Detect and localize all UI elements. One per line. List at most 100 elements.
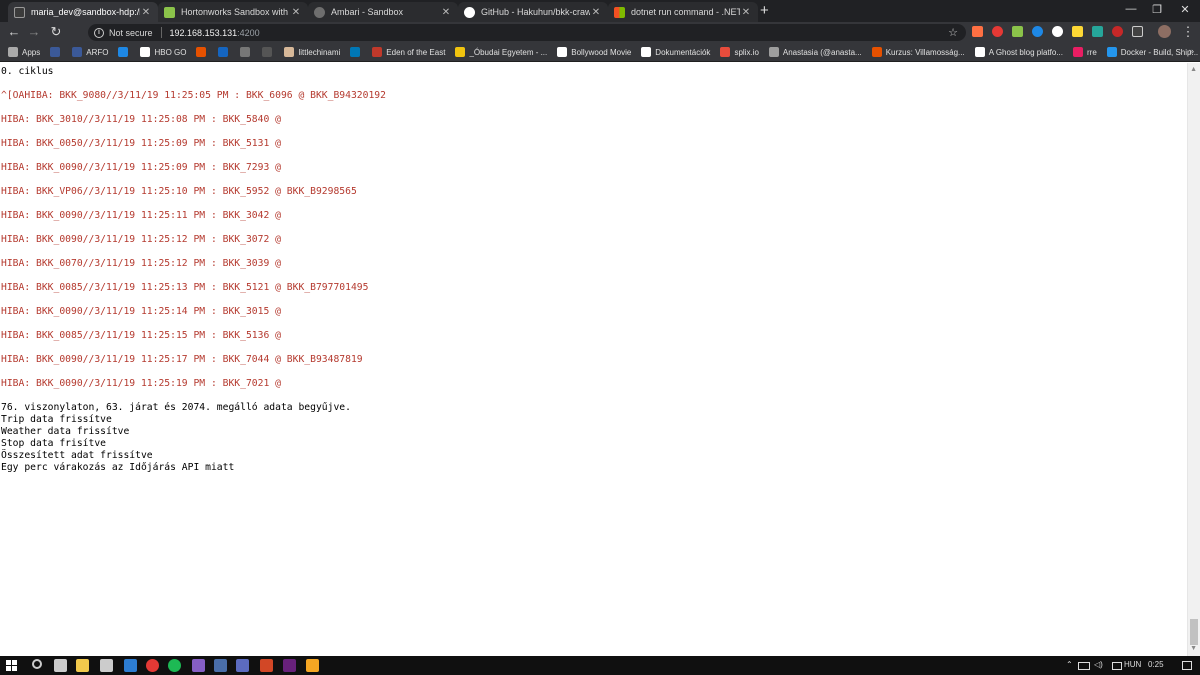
bookmark-item[interactable]: Apps: [8, 47, 40, 57]
bookmark-label: HBO GO: [154, 47, 187, 57]
spotify-taskbar-icon[interactable]: [168, 659, 181, 672]
error-line: HIBA: BKK_0090//3/11/19 11:25:19 PM : BK…: [1, 378, 281, 389]
scrollbar-thumb[interactable]: [1190, 619, 1198, 645]
tab-strip: maria_dev@sandbox-hdp:/bkk-c ✕ Hortonwor…: [0, 0, 1200, 22]
bookmark-item[interactable]: A Ghost blog platfo...: [974, 47, 1063, 57]
notifications-icon[interactable]: [1182, 661, 1192, 670]
ublock-icon[interactable]: [1112, 26, 1123, 37]
bookmark-favicon-icon: [720, 47, 731, 57]
bookmark-favicon-icon: [768, 47, 779, 57]
scroll-down-arrow-icon[interactable]: ▼: [1190, 645, 1197, 652]
bookmark-label: Anastasia (@anasta...: [782, 47, 862, 57]
bookmark-item[interactable]: Docker - Build, Ship...: [1106, 47, 1199, 57]
tray-overflow-icon[interactable]: ⌃: [1066, 660, 1073, 669]
tab-hortonworks[interactable]: Hortonworks Sandbox with HDP ✕: [158, 2, 308, 22]
tab-title: dotnet run command - .NET Cor: [631, 7, 740, 17]
extension-icon[interactable]: [1012, 26, 1023, 37]
bookmark-item[interactable]: [350, 47, 364, 57]
tab-terminal[interactable]: maria_dev@sandbox-hdp:/bkk-c ✕: [8, 2, 158, 22]
bookmark-item[interactable]: Dokumentációk: [641, 47, 710, 57]
close-tab-icon[interactable]: ✕: [140, 7, 152, 18]
bookmark-item[interactable]: [50, 47, 64, 57]
bookmark-item[interactable]: [118, 47, 132, 57]
extension-icon[interactable]: [1032, 26, 1043, 37]
tab-dotnet[interactable]: dotnet run command - .NET Cor ✕: [608, 2, 758, 22]
network-icon[interactable]: [1078, 662, 1090, 670]
close-tab-icon[interactable]: ✕: [440, 7, 452, 18]
hortonworks-favicon-icon: [164, 6, 175, 18]
bookmark-favicon-icon: [557, 47, 568, 57]
bookmark-favicon-icon: [218, 47, 229, 57]
error-line: HIBA: BKK_3010//3/11/19 11:25:08 PM : BK…: [1, 114, 281, 125]
app-taskbar-icon[interactable]: [306, 659, 319, 672]
bookmarks-bar: Apps ARFO HBO GO littlechinami Eden of the E…: [0, 43, 1200, 62]
tab-github[interactable]: GitHub - Hakuhun/bkk-crawler-l ✕: [458, 2, 608, 22]
bookmark-item[interactable]: rre: [1073, 47, 1097, 57]
chrome-taskbar-icon[interactable]: [146, 659, 159, 672]
info-icon[interactable]: i: [94, 27, 104, 38]
bookmark-item[interactable]: [262, 47, 276, 57]
clock[interactable]: 0:25: [1148, 660, 1164, 669]
tab-ambari[interactable]: Ambari - Sandbox ✕: [308, 2, 458, 22]
bookmark-item[interactable]: [196, 47, 210, 57]
keyboard-icon[interactable]: [1112, 662, 1122, 670]
bookmarks-overflow-button[interactable]: »: [1189, 46, 1194, 56]
address-bar[interactable]: i Not secure 192.168.153.131:4200 ☆: [88, 24, 966, 41]
bookmark-item[interactable]: [218, 47, 232, 57]
extension-icon[interactable]: [1132, 26, 1143, 37]
bookmark-item[interactable]: [240, 47, 254, 57]
close-tab-icon[interactable]: ✕: [740, 7, 752, 18]
tab-title: maria_dev@sandbox-hdp:/bkk-c: [31, 7, 140, 17]
bookmark-label: ARFO: [86, 47, 109, 57]
error-line: HIBA: BKK_0090//3/11/19 11:25:14 PM : BK…: [1, 306, 281, 317]
bookmark-favicon-icon: [240, 47, 251, 57]
bookmark-item[interactable]: splix.io: [720, 47, 759, 57]
extension-icon[interactable]: [972, 26, 983, 37]
status-line: Weather data frissítve: [1, 426, 130, 437]
menu-button[interactable]: ⋮: [1180, 24, 1196, 40]
search-taskbar-icon[interactable]: [32, 659, 42, 669]
task-view-taskbar-icon[interactable]: [54, 659, 67, 672]
scrollbar[interactable]: [1187, 63, 1200, 656]
status-line: 76. viszonylaton, 63. járat és 2074. meg…: [1, 402, 351, 413]
volume-icon[interactable]: ◁): [1094, 660, 1103, 669]
bookmark-item[interactable]: Eden of the East: [372, 47, 445, 57]
bookmark-item[interactable]: Anastasia (@anasta...: [768, 47, 862, 57]
tab-title: Hortonworks Sandbox with HDP: [181, 7, 290, 17]
avatar[interactable]: [1158, 25, 1171, 38]
close-tab-icon[interactable]: ✕: [590, 7, 602, 18]
bookmark-item[interactable]: Kurzus: Villamosság...: [871, 47, 965, 57]
new-tab-button[interactable]: +: [760, 3, 769, 18]
bookmark-item[interactable]: _Óbudai Egyetem - ...: [455, 47, 547, 57]
store-taskbar-icon[interactable]: [100, 659, 113, 672]
bookmark-item[interactable]: Bollywood Movie: [557, 47, 631, 57]
visual-studio-2-taskbar-icon[interactable]: [283, 659, 296, 672]
bookmark-item[interactable]: littlechinami: [284, 47, 340, 57]
close-tab-icon[interactable]: ✕: [290, 7, 302, 18]
language-indicator[interactable]: HUN: [1124, 660, 1141, 669]
windows-start-icon[interactable]: [6, 660, 17, 671]
vs-code-taskbar-icon[interactable]: [236, 659, 249, 672]
bookmark-label: Kurzus: Villamosság...: [885, 47, 965, 57]
forward-button[interactable]: →: [26, 24, 42, 40]
extension-icon[interactable]: [992, 26, 1003, 37]
bookmark-item[interactable]: ARFO: [72, 47, 108, 57]
extension-icon[interactable]: [1072, 26, 1083, 37]
error-line: HIBA: BKK_0090//3/11/19 11:25:11 PM : BK…: [1, 210, 281, 221]
reload-button[interactable]: ↻: [48, 24, 64, 40]
extension-icon[interactable]: [1052, 26, 1063, 37]
extension-icon[interactable]: [1092, 26, 1103, 37]
back-button[interactable]: ←: [6, 24, 22, 40]
scroll-up-arrow-icon[interactable]: ▲: [1190, 66, 1197, 73]
minimize-button[interactable]: —: [1120, 3, 1142, 15]
restore-button[interactable]: ❐: [1146, 3, 1168, 16]
visual-studio-taskbar-icon[interactable]: [192, 659, 205, 672]
bookmark-label: Docker - Build, Ship...: [1120, 47, 1199, 57]
file-explorer-taskbar-icon[interactable]: [76, 659, 89, 672]
terminal-taskbar-icon[interactable]: [214, 659, 227, 672]
store-2-taskbar-icon[interactable]: [124, 659, 137, 672]
bookmark-star-icon[interactable]: ☆: [948, 26, 958, 39]
bookmark-item[interactable]: HBO GO: [140, 47, 186, 57]
powerpoint-taskbar-icon[interactable]: [260, 659, 273, 672]
window-close-button[interactable]: ✕: [1174, 3, 1196, 16]
